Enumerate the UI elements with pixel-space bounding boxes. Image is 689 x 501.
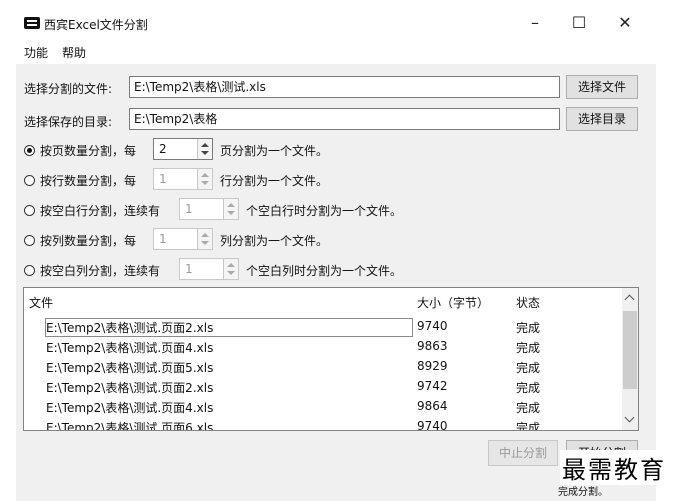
list-item-size: 8929: [417, 359, 448, 373]
list-item-status: 完成: [516, 361, 541, 375]
results-list[interactable]: 文件 大小（字节） 状态 E:\Temp2\表格\测试.页面2.xls 9740…: [23, 287, 639, 431]
source-file-label: 选择分割的文件:: [24, 82, 113, 96]
list-item-file: E:\Temp2\表格\测试.页面2.xls: [46, 381, 214, 395]
choose-file-button[interactable]: 选择文件: [566, 75, 638, 99]
list-item-status: 完成: [516, 321, 541, 335]
maximize-button[interactable]: ☐: [562, 10, 596, 36]
split-by-blank-columns-suffix: 个空白列时分割为一个文件。: [246, 264, 403, 278]
pages-count-stepper[interactable]: 2: [153, 138, 213, 160]
list-item[interactable]: E:\Temp2\表格\测试.页面2.xls 9740 完成: [24, 317, 622, 337]
watermark-logo: 最需教育: [560, 450, 668, 485]
split-by-blank-columns-label: 按空白列分割，连续有: [40, 264, 161, 278]
column-header-file[interactable]: 文件: [29, 294, 53, 311]
split-by-blank-rows-suffix: 个空白行时分割为一个文件。: [246, 204, 403, 218]
split-by-columns-label: 按列数量分割，每: [40, 234, 137, 248]
split-by-rows-label: 按行数量分割，每: [40, 174, 137, 188]
list-item[interactable]: E:\Temp2\表格\测试.页面4.xls 9864 完成: [24, 397, 622, 417]
app-window: 西宾Excel文件分割 – ☐ ✕ 功能 帮助 选择分割的文件: E:\Temp…: [16, 0, 656, 501]
blank-columns-stepper[interactable]: 1: [179, 258, 239, 280]
blank-columns-value: 1: [185, 262, 193, 276]
list-item-file: E:\Temp2\表格\测试.页面2.xls: [45, 318, 413, 337]
list-scrollbar[interactable]: [622, 288, 638, 430]
list-item-size: 9742: [417, 379, 448, 393]
main-panel: 选择分割的文件: E:\Temp2\表格\测试.xls 选择文件 选择保存的目录…: [16, 64, 656, 501]
pages-count-value: 2: [159, 142, 167, 156]
scroll-down-icon[interactable]: [624, 412, 635, 423]
columns-count-value: 1: [159, 232, 167, 246]
list-item-size: 9740: [417, 419, 448, 431]
list-item[interactable]: E:\Temp2\表格\测试.页面4.xls 9863 完成: [24, 337, 622, 357]
menu-help[interactable]: 帮助: [62, 44, 86, 61]
list-item[interactable]: E:\Temp2\表格\测试.页面6.xls 9740 完成: [24, 417, 622, 431]
output-dir-label: 选择保存的目录:: [24, 115, 113, 129]
stepper-arrows-icon[interactable]: [223, 199, 238, 219]
split-by-columns-suffix: 列分割为一个文件。: [220, 234, 329, 248]
list-item-size: 9863: [417, 339, 448, 353]
rows-count-stepper[interactable]: 1: [153, 168, 213, 190]
stepper-arrows-icon[interactable]: [197, 139, 212, 159]
split-by-blank-rows-label: 按空白行分割，连续有: [40, 204, 161, 218]
source-file-input[interactable]: E:\Temp2\表格\测试.xls: [129, 76, 560, 98]
split-by-pages-suffix: 页分割为一个文件。: [220, 144, 329, 158]
split-by-pages-label: 按页数量分割，每: [40, 144, 137, 158]
list-item-file: E:\Temp2\表格\测试.页面4.xls: [46, 341, 214, 355]
split-by-rows-radio[interactable]: [24, 175, 35, 186]
split-by-blank-columns-radio[interactable]: [24, 265, 35, 276]
window-title: 西宾Excel文件分割: [44, 18, 148, 32]
stepper-arrows-icon[interactable]: [223, 259, 238, 279]
split-by-rows-suffix: 行分割为一个文件。: [220, 174, 329, 188]
split-by-columns-radio[interactable]: [24, 235, 35, 246]
spreadsheet-app-icon: [24, 17, 40, 29]
list-item-size: 9740: [417, 319, 448, 333]
column-header-size[interactable]: 大小（字节）: [417, 294, 489, 311]
split-by-blank-rows-radio[interactable]: [24, 205, 35, 216]
output-dir-input[interactable]: E:\Temp2\表格: [129, 108, 560, 130]
list-item-status: 完成: [516, 381, 541, 395]
status-text: 完成分割。: [558, 487, 608, 498]
choose-dir-button[interactable]: 选择目录: [566, 107, 638, 131]
columns-count-stepper[interactable]: 1: [153, 228, 213, 250]
list-item-status: 完成: [516, 401, 541, 415]
scroll-up-icon[interactable]: [624, 294, 635, 305]
split-by-pages-radio[interactable]: [24, 145, 35, 156]
menu-function[interactable]: 功能: [24, 44, 48, 61]
scrollbar-thumb[interactable]: [623, 311, 637, 389]
blank-rows-value: 1: [185, 202, 193, 216]
stepper-arrows-icon[interactable]: [197, 169, 212, 189]
minimize-button[interactable]: –: [518, 10, 552, 36]
list-item-file: E:\Temp2\表格\测试.页面5.xls: [46, 361, 214, 375]
list-item-status: 完成: [516, 421, 541, 431]
rows-count-value: 1: [159, 172, 167, 186]
blank-rows-stepper[interactable]: 1: [179, 198, 239, 220]
menu-bar: 功能 帮助: [16, 40, 656, 64]
stop-split-button[interactable]: 中止分割: [488, 440, 558, 466]
list-item[interactable]: E:\Temp2\表格\测试.页面2.xls 9742 完成: [24, 377, 622, 397]
list-item-status: 完成: [516, 341, 541, 355]
stepper-arrows-icon[interactable]: [197, 229, 212, 249]
list-item-size: 9864: [417, 399, 448, 413]
title-bar: 西宾Excel文件分割 – ☐ ✕: [16, 0, 656, 44]
column-header-status[interactable]: 状态: [516, 294, 540, 311]
list-item-file: E:\Temp2\表格\测试.页面4.xls: [46, 401, 214, 415]
list-item[interactable]: E:\Temp2\表格\测试.页面5.xls 8929 完成: [24, 357, 622, 377]
close-button[interactable]: ✕: [608, 10, 642, 36]
list-item-file: E:\Temp2\表格\测试.页面6.xls: [46, 421, 214, 431]
